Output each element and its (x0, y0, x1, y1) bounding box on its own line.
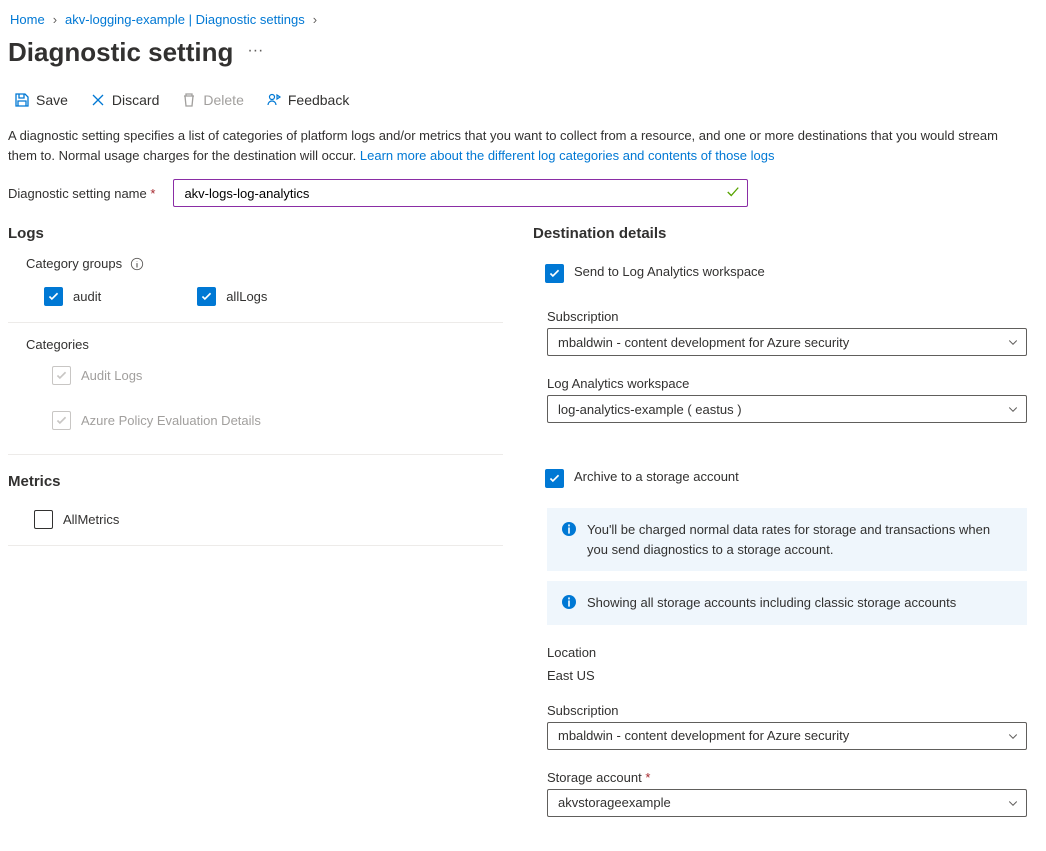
save-icon (14, 92, 30, 108)
chevron-right-icon: › (313, 12, 317, 27)
info-banner-charges: You'll be charged normal data rates for … (547, 508, 1027, 571)
info-banner-classic: Showing all storage accounts including c… (547, 581, 1027, 625)
discard-label: Discard (112, 92, 159, 108)
checkbox-allmetrics[interactable]: AllMetrics (8, 504, 503, 535)
subscription-select[interactable]: mbaldwin - content development for Azure… (547, 328, 1027, 356)
checkbox-alllogs[interactable]: allLogs (161, 281, 267, 312)
chevron-down-icon (1007, 797, 1019, 809)
checkbox-audit-label: audit (73, 289, 101, 304)
delete-label: Delete (203, 92, 243, 108)
delete-button: Delete (181, 92, 243, 108)
command-bar: Save Discard Delete Feedback (8, 92, 1038, 126)
checkbox-audit-logs-label: Audit Logs (81, 368, 142, 383)
info-banner-classic-text: Showing all storage accounts including c… (587, 593, 956, 613)
breadcrumb: Home › akv-logging-example | Diagnostic … (8, 8, 1038, 37)
checkbox-log-analytics[interactable]: Send to Log Analytics workspace (533, 258, 1038, 289)
storage-account-label: Storage account * (547, 764, 1038, 789)
metrics-heading: Metrics (8, 473, 503, 490)
setting-name-label: Diagnostic setting name * (8, 186, 155, 201)
checkbox-audit[interactable]: audit (8, 281, 101, 312)
workspace-label: Log Analytics workspace (547, 370, 1038, 395)
discard-button[interactable]: Discard (90, 92, 159, 108)
page-title: Diagnostic setting (8, 37, 233, 68)
checkbox-archive-storage[interactable]: Archive to a storage account (533, 463, 1038, 494)
info-icon (561, 594, 577, 610)
checkbox-allmetrics-label: AllMetrics (63, 512, 119, 527)
chevron-down-icon (1007, 403, 1019, 415)
categories-label: Categories (8, 337, 503, 360)
checkbox-archive-storage-label: Archive to a storage account (574, 469, 739, 484)
category-groups-label: Category groups (26, 256, 122, 271)
storage-subscription-label: Subscription (547, 697, 1038, 722)
divider (8, 454, 503, 455)
checkbox-audit-logs: Audit Logs (8, 360, 503, 391)
setting-name-input[interactable] (173, 179, 748, 207)
close-icon (90, 92, 106, 108)
storage-subscription-select[interactable]: mbaldwin - content development for Azure… (547, 722, 1027, 750)
breadcrumb-resource[interactable]: akv-logging-example | Diagnostic setting… (65, 12, 305, 27)
location-label: Location (547, 639, 1038, 664)
checkbox-policy-details-label: Azure Policy Evaluation Details (81, 413, 261, 428)
trash-icon (181, 92, 197, 108)
chevron-down-icon (1007, 336, 1019, 348)
save-button[interactable]: Save (14, 92, 68, 108)
feedback-button[interactable]: Feedback (266, 92, 349, 108)
checkbox-policy-details: Azure Policy Evaluation Details (8, 405, 503, 436)
divider (8, 545, 503, 546)
checkbox-alllogs-label: allLogs (226, 289, 267, 304)
subscription-value: mbaldwin - content development for Azure… (558, 335, 849, 350)
location-value: East US (547, 664, 1038, 697)
check-icon (726, 185, 740, 199)
learn-more-link[interactable]: Learn more about the different log categ… (360, 148, 775, 163)
info-banner-charges-text: You'll be charged normal data rates for … (587, 520, 1013, 559)
workspace-select[interactable]: log-analytics-example ( eastus ) (547, 395, 1027, 423)
feedback-label: Feedback (288, 92, 349, 108)
chevron-down-icon (1007, 730, 1019, 742)
checkbox-log-analytics-label: Send to Log Analytics workspace (574, 264, 765, 279)
save-label: Save (36, 92, 68, 108)
page-description: A diagnostic setting specifies a list of… (8, 126, 1028, 179)
breadcrumb-home[interactable]: Home (10, 12, 45, 27)
info-icon (561, 521, 577, 537)
chevron-right-icon: › (53, 12, 57, 27)
destination-heading: Destination details (533, 225, 1038, 242)
workspace-value: log-analytics-example ( eastus ) (558, 402, 742, 417)
storage-account-select[interactable]: akvstorageexample (547, 789, 1027, 817)
more-actions-button[interactable]: ··· (247, 42, 263, 64)
info-icon[interactable] (130, 257, 144, 271)
feedback-icon (266, 92, 282, 108)
divider (8, 322, 503, 323)
subscription-label: Subscription (547, 303, 1038, 328)
logs-heading: Logs (8, 225, 503, 242)
storage-subscription-value: mbaldwin - content development for Azure… (558, 728, 849, 743)
